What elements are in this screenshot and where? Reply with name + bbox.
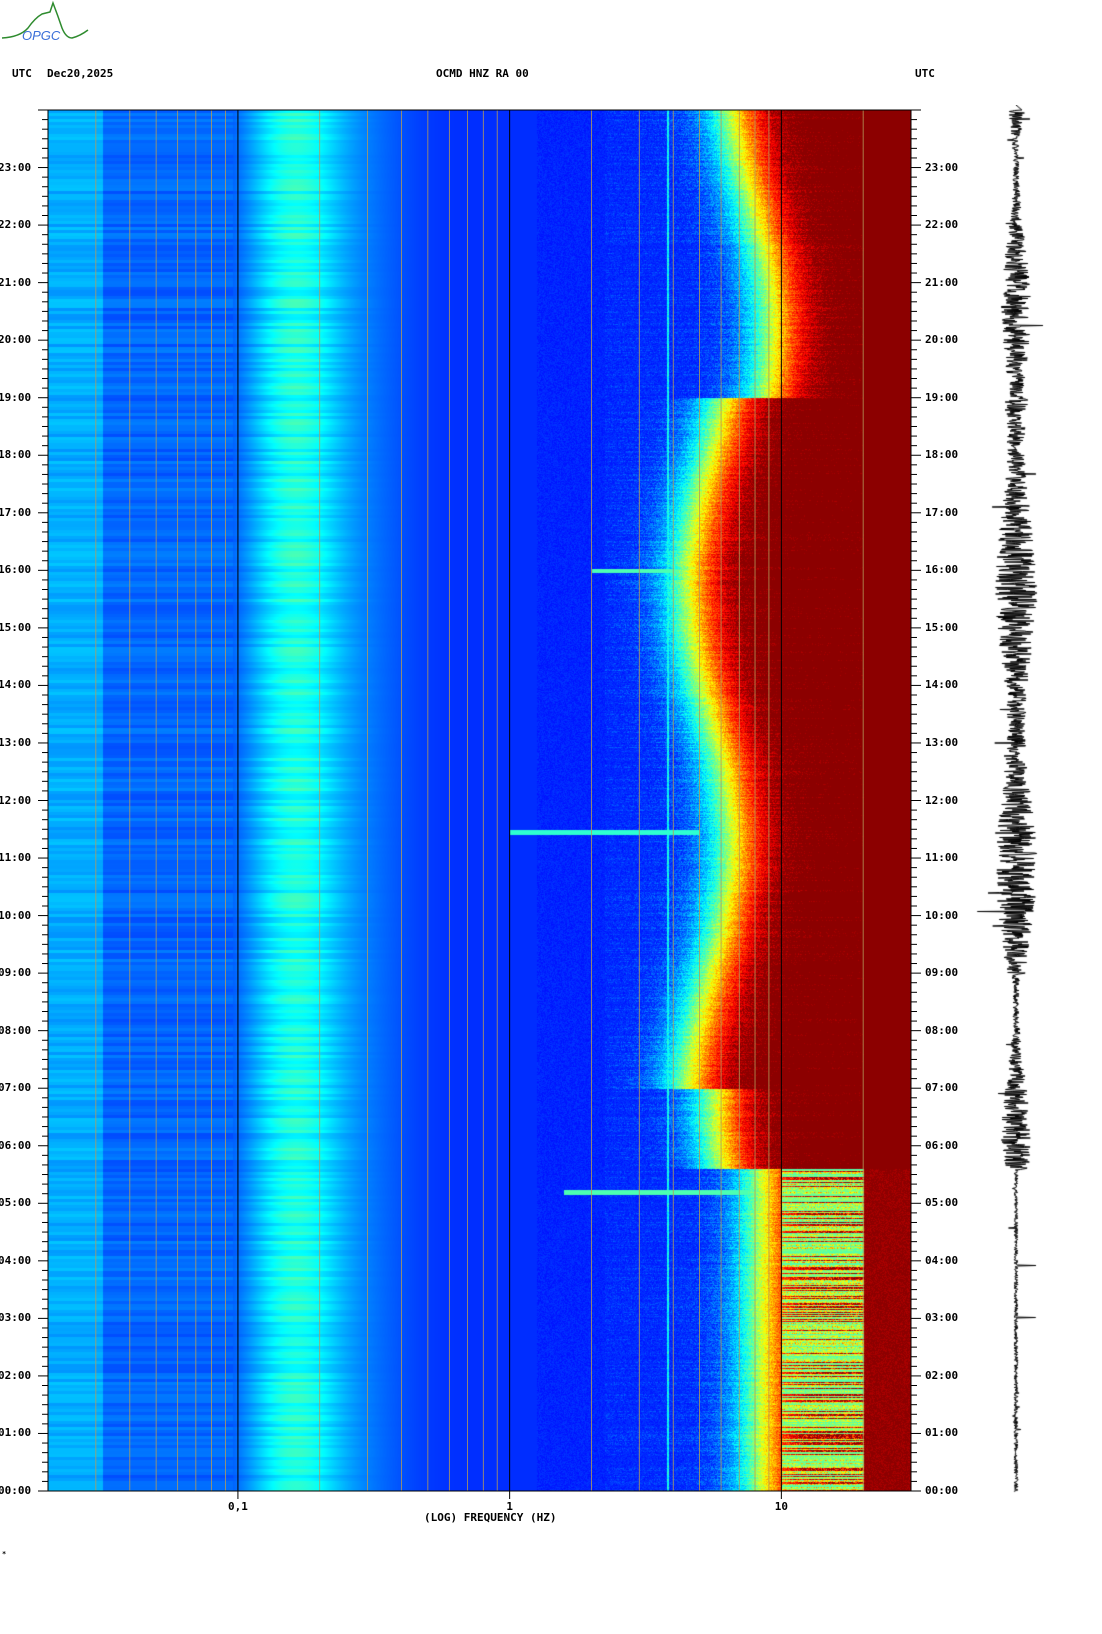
y-tick-label-right: 21:00 xyxy=(925,275,959,289)
y-tick-label-right: 02:00 xyxy=(925,1368,959,1382)
y-tick-label-left: 04:00 xyxy=(0,1253,32,1267)
y-tick-label-right: 12:00 xyxy=(925,793,959,807)
y-tick-label-right: 13:00 xyxy=(925,735,959,749)
y-tick-label-right: 08:00 xyxy=(925,1023,959,1037)
y-tick-label-left: 20:00 xyxy=(0,333,32,347)
y-tick-label-right: 22:00 xyxy=(925,218,959,232)
y-tick-label-left: 05:00 xyxy=(0,1196,32,1210)
y-tick-label-right: 04:00 xyxy=(925,1253,959,1267)
y-tick-label-left: 02:00 xyxy=(0,1368,32,1382)
y-tick-label-left: 07:00 xyxy=(0,1081,32,1095)
y-tick-label-right: 17:00 xyxy=(925,505,959,519)
x-tick-label: 10 xyxy=(774,1500,788,1513)
y-tick-label-right: 14:00 xyxy=(925,678,959,692)
x-tick-label: 0,1 xyxy=(227,1500,248,1513)
chart-axes xyxy=(38,109,921,1499)
y-tick-label-left: 03:00 xyxy=(0,1311,32,1325)
y-tick-label-left: 13:00 xyxy=(0,735,32,749)
y-tick-label-left: 22:00 xyxy=(0,218,32,232)
y-tick-label-right: 05:00 xyxy=(925,1196,959,1210)
y-tick-label-left: 19:00 xyxy=(0,390,32,404)
y-tick-label-right: 23:00 xyxy=(925,160,959,174)
y-tick-label-right: 01:00 xyxy=(925,1426,959,1440)
y-tick-label-left: 12:00 xyxy=(0,793,32,807)
y-tick-label-right: 11:00 xyxy=(925,851,959,865)
y-tick-label-right: 20:00 xyxy=(925,333,959,347)
y-tick-label-right: 09:00 xyxy=(925,966,959,980)
y-tick-label-left: 01:00 xyxy=(0,1426,32,1440)
y-tick-label-left: 18:00 xyxy=(0,448,32,462)
y-tick-label-left: 17:00 xyxy=(0,505,32,519)
y-tick-label-left: 16:00 xyxy=(0,563,32,577)
y-tick-label-left: 21:00 xyxy=(0,275,32,289)
y-tick-label-right: 10:00 xyxy=(925,908,959,922)
y-tick-label-right: 07:00 xyxy=(925,1081,959,1095)
y-tick-label-left: 10:00 xyxy=(0,908,32,922)
y-tick-label-right: 06:00 xyxy=(925,1138,959,1152)
y-tick-label-right: 15:00 xyxy=(925,620,959,634)
y-tick-label-left: 14:00 xyxy=(0,678,32,692)
y-tick-label-left: 23:00 xyxy=(0,160,32,174)
y-tick-label-left: 06:00 xyxy=(0,1138,32,1152)
y-tick-label-right: 18:00 xyxy=(925,448,959,462)
footer-mark: * xyxy=(2,1550,7,1558)
x-axis-title: (LOG) FREQUENCY (HZ) xyxy=(424,1511,557,1524)
y-tick-label-right: 00:00 xyxy=(925,1484,959,1497)
y-tick-label-right: 19:00 xyxy=(925,390,959,404)
y-tick-label-right: 16:00 xyxy=(925,563,959,577)
y-tick-label-left: 08:00 xyxy=(0,1023,32,1037)
y-tick-label-left: 11:00 xyxy=(0,851,32,865)
y-tick-label-left: 15:00 xyxy=(0,620,32,634)
y-tick-label-right: 03:00 xyxy=(925,1311,959,1325)
y-tick-label-left: 00:00 xyxy=(0,1484,32,1497)
y-tick-label-left: 09:00 xyxy=(0,966,32,980)
